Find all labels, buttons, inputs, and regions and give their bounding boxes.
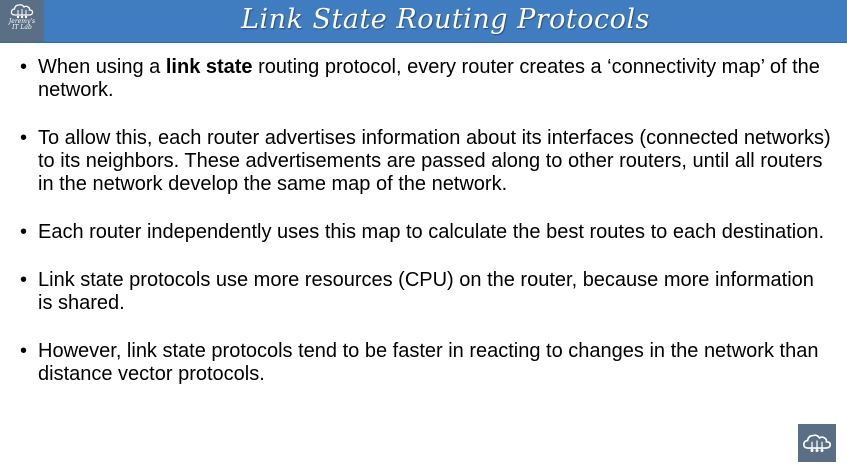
bullet-text: Each router independently uses this map … (38, 221, 825, 243)
bullet-dot: • (20, 221, 28, 243)
bullet-dot: • (20, 56, 28, 78)
bullet-text-before: When using a (38, 56, 166, 78)
brand-logo: Jeremy's IT Lab (0, 0, 44, 42)
slide-title: Link State Routing Protocols (241, 4, 650, 35)
bullet-item: • Each router independently uses this ma… (18, 221, 833, 244)
bullet-text-bold: link state (165, 56, 253, 78)
bullet-dot: • (20, 127, 28, 149)
slide: Jeremy's IT Lab Link State Routing Proto… (0, 0, 847, 471)
bullet-item: • To allow this, each router advertises … (18, 127, 833, 196)
bullet-item: • However, link state protocols tend to … (18, 340, 833, 386)
bullet-item: • When using a link state routing protoc… (18, 56, 833, 102)
bullet-list: • When using a link state routing protoc… (18, 56, 833, 411)
bullet-dot: • (20, 269, 28, 291)
bullet-text: However, link state protocols tend to be… (38, 340, 819, 385)
bullet-item: • Link state protocols use more resource… (18, 269, 833, 315)
bullet-dot: • (20, 340, 28, 362)
bullet-text: Link state protocols use more resources … (38, 269, 814, 314)
bullet-text: To allow this, each router advertises in… (38, 127, 831, 195)
cloud-network-icon (10, 4, 34, 19)
cloud-network-icon (802, 434, 832, 452)
title-bar: Jeremy's IT Lab Link State Routing Proto… (0, 0, 847, 43)
brand-logo-line2: IT Lab (12, 24, 32, 31)
corner-logo (798, 424, 836, 462)
